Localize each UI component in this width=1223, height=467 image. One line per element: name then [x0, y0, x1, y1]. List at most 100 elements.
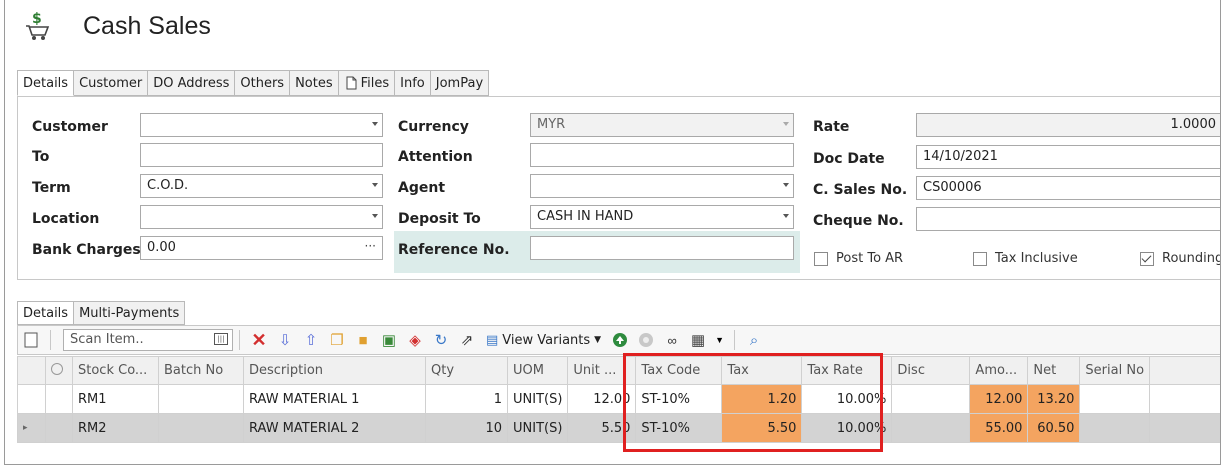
- serial-no-cell[interactable]: [1079, 413, 1151, 443]
- column-header[interactable]: Batch No: [158, 356, 244, 385]
- tax-code-cell[interactable]: ST-10%: [635, 413, 723, 443]
- move-down-icon[interactable]: ⇩: [274, 329, 296, 351]
- tab-details[interactable]: Details: [17, 70, 75, 96]
- location-select[interactable]: [140, 205, 383, 229]
- uom-cell[interactable]: UNIT(S): [506, 384, 569, 414]
- search-icon[interactable]: ⌕: [743, 329, 765, 351]
- new-document-icon[interactable]: [20, 329, 42, 351]
- select-cell[interactable]: [45, 413, 73, 443]
- sales-no-field[interactable]: CS00006: [916, 176, 1220, 200]
- net-cell[interactable]: 60.50: [1027, 413, 1081, 443]
- column-header[interactable]: Tax: [721, 356, 803, 385]
- post-to-ar-checkbox[interactable]: Post To AR: [814, 251, 903, 266]
- column-header[interactable]: Qty: [425, 356, 508, 385]
- qty-cell[interactable]: 1: [425, 384, 508, 414]
- doc-date-field[interactable]: 14/10/2021: [916, 145, 1220, 169]
- serial-no-cell[interactable]: [1079, 384, 1151, 414]
- to-field[interactable]: [140, 143, 383, 167]
- description-cell[interactable]: RAW MATERIAL 2: [243, 413, 426, 443]
- attention-field[interactable]: [530, 143, 794, 167]
- up-arrow-icon[interactable]: [609, 329, 631, 351]
- column-header[interactable]: Unit ...: [567, 356, 637, 385]
- tab-jompay[interactable]: JomPay: [430, 70, 490, 96]
- currency-select[interactable]: MYR: [530, 113, 794, 137]
- column-header[interactable]: UOM: [506, 356, 569, 385]
- tax-inclusive-checkbox[interactable]: Tax Inclusive: [973, 251, 1078, 266]
- bank-charges-field[interactable]: 0.00 ···: [140, 236, 383, 260]
- select-column-header[interactable]: [45, 356, 73, 385]
- cheque-no-field[interactable]: [916, 207, 1220, 231]
- column-header[interactable]: Net: [1027, 356, 1081, 385]
- disc-icon[interactable]: [635, 329, 657, 351]
- column-header[interactable]: Serial No: [1079, 356, 1151, 385]
- reference-no-field[interactable]: [530, 236, 794, 260]
- tax-rate-cell[interactable]: 10.00%: [801, 384, 893, 414]
- unit-price-cell[interactable]: 12.00: [567, 384, 637, 414]
- table-row[interactable]: RM1 RAW MATERIAL 1 1 UNIT(S) 12.00 ST-10…: [17, 384, 1220, 414]
- column-header[interactable]: Stock Co...: [72, 356, 159, 385]
- disc-cell[interactable]: [891, 413, 971, 443]
- tab-multi-payments[interactable]: Multi-Payments: [74, 301, 186, 325]
- disc-cell[interactable]: [891, 384, 971, 414]
- agent-select[interactable]: [530, 174, 794, 198]
- column-header[interactable]: Amo...: [969, 356, 1029, 385]
- amount-cell[interactable]: 12.00: [969, 384, 1029, 414]
- export-icon[interactable]: ⇗: [456, 329, 478, 351]
- tab-others[interactable]: Others: [235, 70, 291, 96]
- ellipsis-icon[interactable]: ···: [365, 239, 376, 253]
- column-header[interactable]: Tax Rate: [801, 356, 893, 385]
- tax-code-cell[interactable]: ST-10%: [635, 384, 723, 414]
- rounding-checkbox[interactable]: Rounding: [1140, 251, 1220, 266]
- select-all-radio[interactable]: [51, 362, 63, 375]
- net-cell[interactable]: 13.20: [1027, 384, 1081, 414]
- qty-cell[interactable]: 10: [425, 413, 508, 443]
- term-select[interactable]: C.O.D.: [140, 174, 383, 198]
- tax-rate-cell[interactable]: 10.00%: [801, 413, 893, 443]
- uom-cell[interactable]: UNIT(S): [506, 413, 569, 443]
- tab-notes[interactable]: Notes: [290, 70, 339, 96]
- box-icon[interactable]: ■: [352, 329, 374, 351]
- unit-price-cell[interactable]: 5.50: [567, 413, 637, 443]
- refresh-icon[interactable]: ↻: [430, 329, 452, 351]
- customer-select[interactable]: [140, 113, 383, 137]
- rate-field[interactable]: 1.0000: [916, 113, 1220, 137]
- stock-lookup-icon[interactable]: ◈: [404, 329, 426, 351]
- column-header[interactable]: Description: [243, 356, 426, 385]
- deposit-to-select[interactable]: CASH IN HAND: [530, 205, 794, 229]
- tax-cell[interactable]: 5.50: [721, 413, 803, 443]
- checkbox-box: [973, 251, 987, 266]
- grid-header-row: Stock Co... Batch No Description Qty UOM…: [17, 356, 1220, 385]
- view-variants-button[interactable]: ▤ View Variants ▼: [486, 333, 601, 348]
- tab-customer[interactable]: Customer: [74, 70, 149, 96]
- chevron-down-icon[interactable]: ▼: [715, 335, 724, 345]
- binoculars-icon[interactable]: ∞: [661, 329, 683, 351]
- tab-do-address[interactable]: DO Address: [148, 70, 236, 96]
- move-up-icon[interactable]: ⇧: [300, 329, 322, 351]
- delete-icon[interactable]: ✕: [248, 329, 270, 351]
- tax-cell[interactable]: 1.20: [721, 384, 803, 414]
- reference-no-label: Reference No.: [398, 242, 510, 258]
- stock-code-cell[interactable]: RM2: [72, 413, 159, 443]
- tab-label: Info: [400, 75, 425, 91]
- calculator-icon[interactable]: ▣: [378, 329, 400, 351]
- checkbox-box: [1140, 251, 1154, 266]
- tab-details-grid[interactable]: Details: [17, 301, 75, 325]
- batch-no-cell[interactable]: [158, 413, 244, 443]
- save-icon[interactable]: ▦: [687, 329, 709, 351]
- amount-cell[interactable]: 55.00: [969, 413, 1029, 443]
- column-header[interactable]: Tax Code: [635, 356, 723, 385]
- column-header[interactable]: Disc: [891, 356, 971, 385]
- chevron-down-icon: [372, 183, 378, 187]
- table-row[interactable]: ▸ RM2 RAW MATERIAL 2 10 UNIT(S) 5.50 ST-…: [17, 413, 1220, 443]
- batch-no-cell[interactable]: [158, 384, 244, 414]
- tab-files[interactable]: Files: [338, 70, 396, 96]
- stock-code-cell[interactable]: RM1: [72, 384, 159, 414]
- cash-register-icon: $: [26, 11, 50, 40]
- tab-info[interactable]: Info: [395, 70, 431, 96]
- tab-label: JomPay: [435, 75, 484, 91]
- scan-item-input[interactable]: Scan Item.. |||: [63, 329, 233, 351]
- barcode-icon[interactable]: |||: [214, 333, 228, 345]
- copy-icon[interactable]: ❐: [326, 329, 348, 351]
- description-cell[interactable]: RAW MATERIAL 1: [243, 384, 426, 414]
- select-cell[interactable]: [45, 384, 73, 414]
